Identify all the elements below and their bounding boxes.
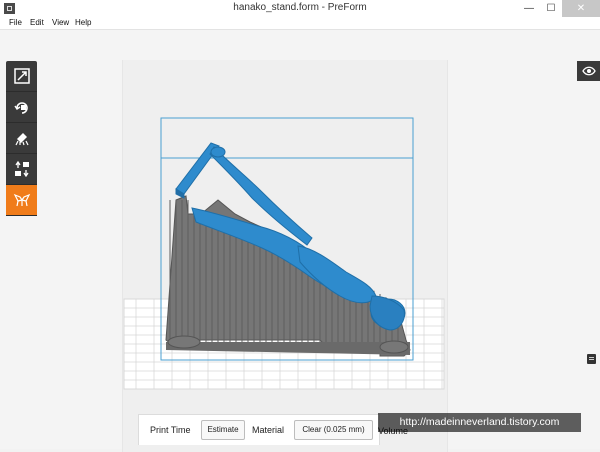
- estimate-button[interactable]: Estimate: [201, 420, 245, 440]
- rotate-tool-button[interactable]: [6, 92, 37, 123]
- rotate-icon: [13, 102, 28, 114]
- material-label: Material: [252, 425, 285, 435]
- print-time-label: Print Time: [150, 425, 191, 435]
- layout-icon: [14, 161, 29, 177]
- material-select[interactable]: Clear (0.025 mm): [294, 420, 373, 440]
- supports-icon: [13, 193, 30, 207]
- orient-tool-button[interactable]: [6, 123, 37, 154]
- eye-icon: [581, 66, 596, 76]
- supports-tool-button[interactable]: [6, 185, 37, 216]
- view-options-button[interactable]: [577, 61, 600, 81]
- layout-tool-button[interactable]: [6, 154, 37, 185]
- build-scene[interactable]: [0, 0, 600, 449]
- scale-tool-button[interactable]: [6, 61, 37, 92]
- orient-icon: [14, 133, 29, 146]
- watermark-text: http://madeinneverland.tistory.com: [378, 413, 581, 432]
- scale-icon: [13, 68, 30, 84]
- layer-slider-handle[interactable]: [587, 354, 596, 364]
- print-info-bar: Print Time Estimate Material Clear (0.02…: [138, 414, 380, 445]
- left-toolbar: [6, 61, 37, 216]
